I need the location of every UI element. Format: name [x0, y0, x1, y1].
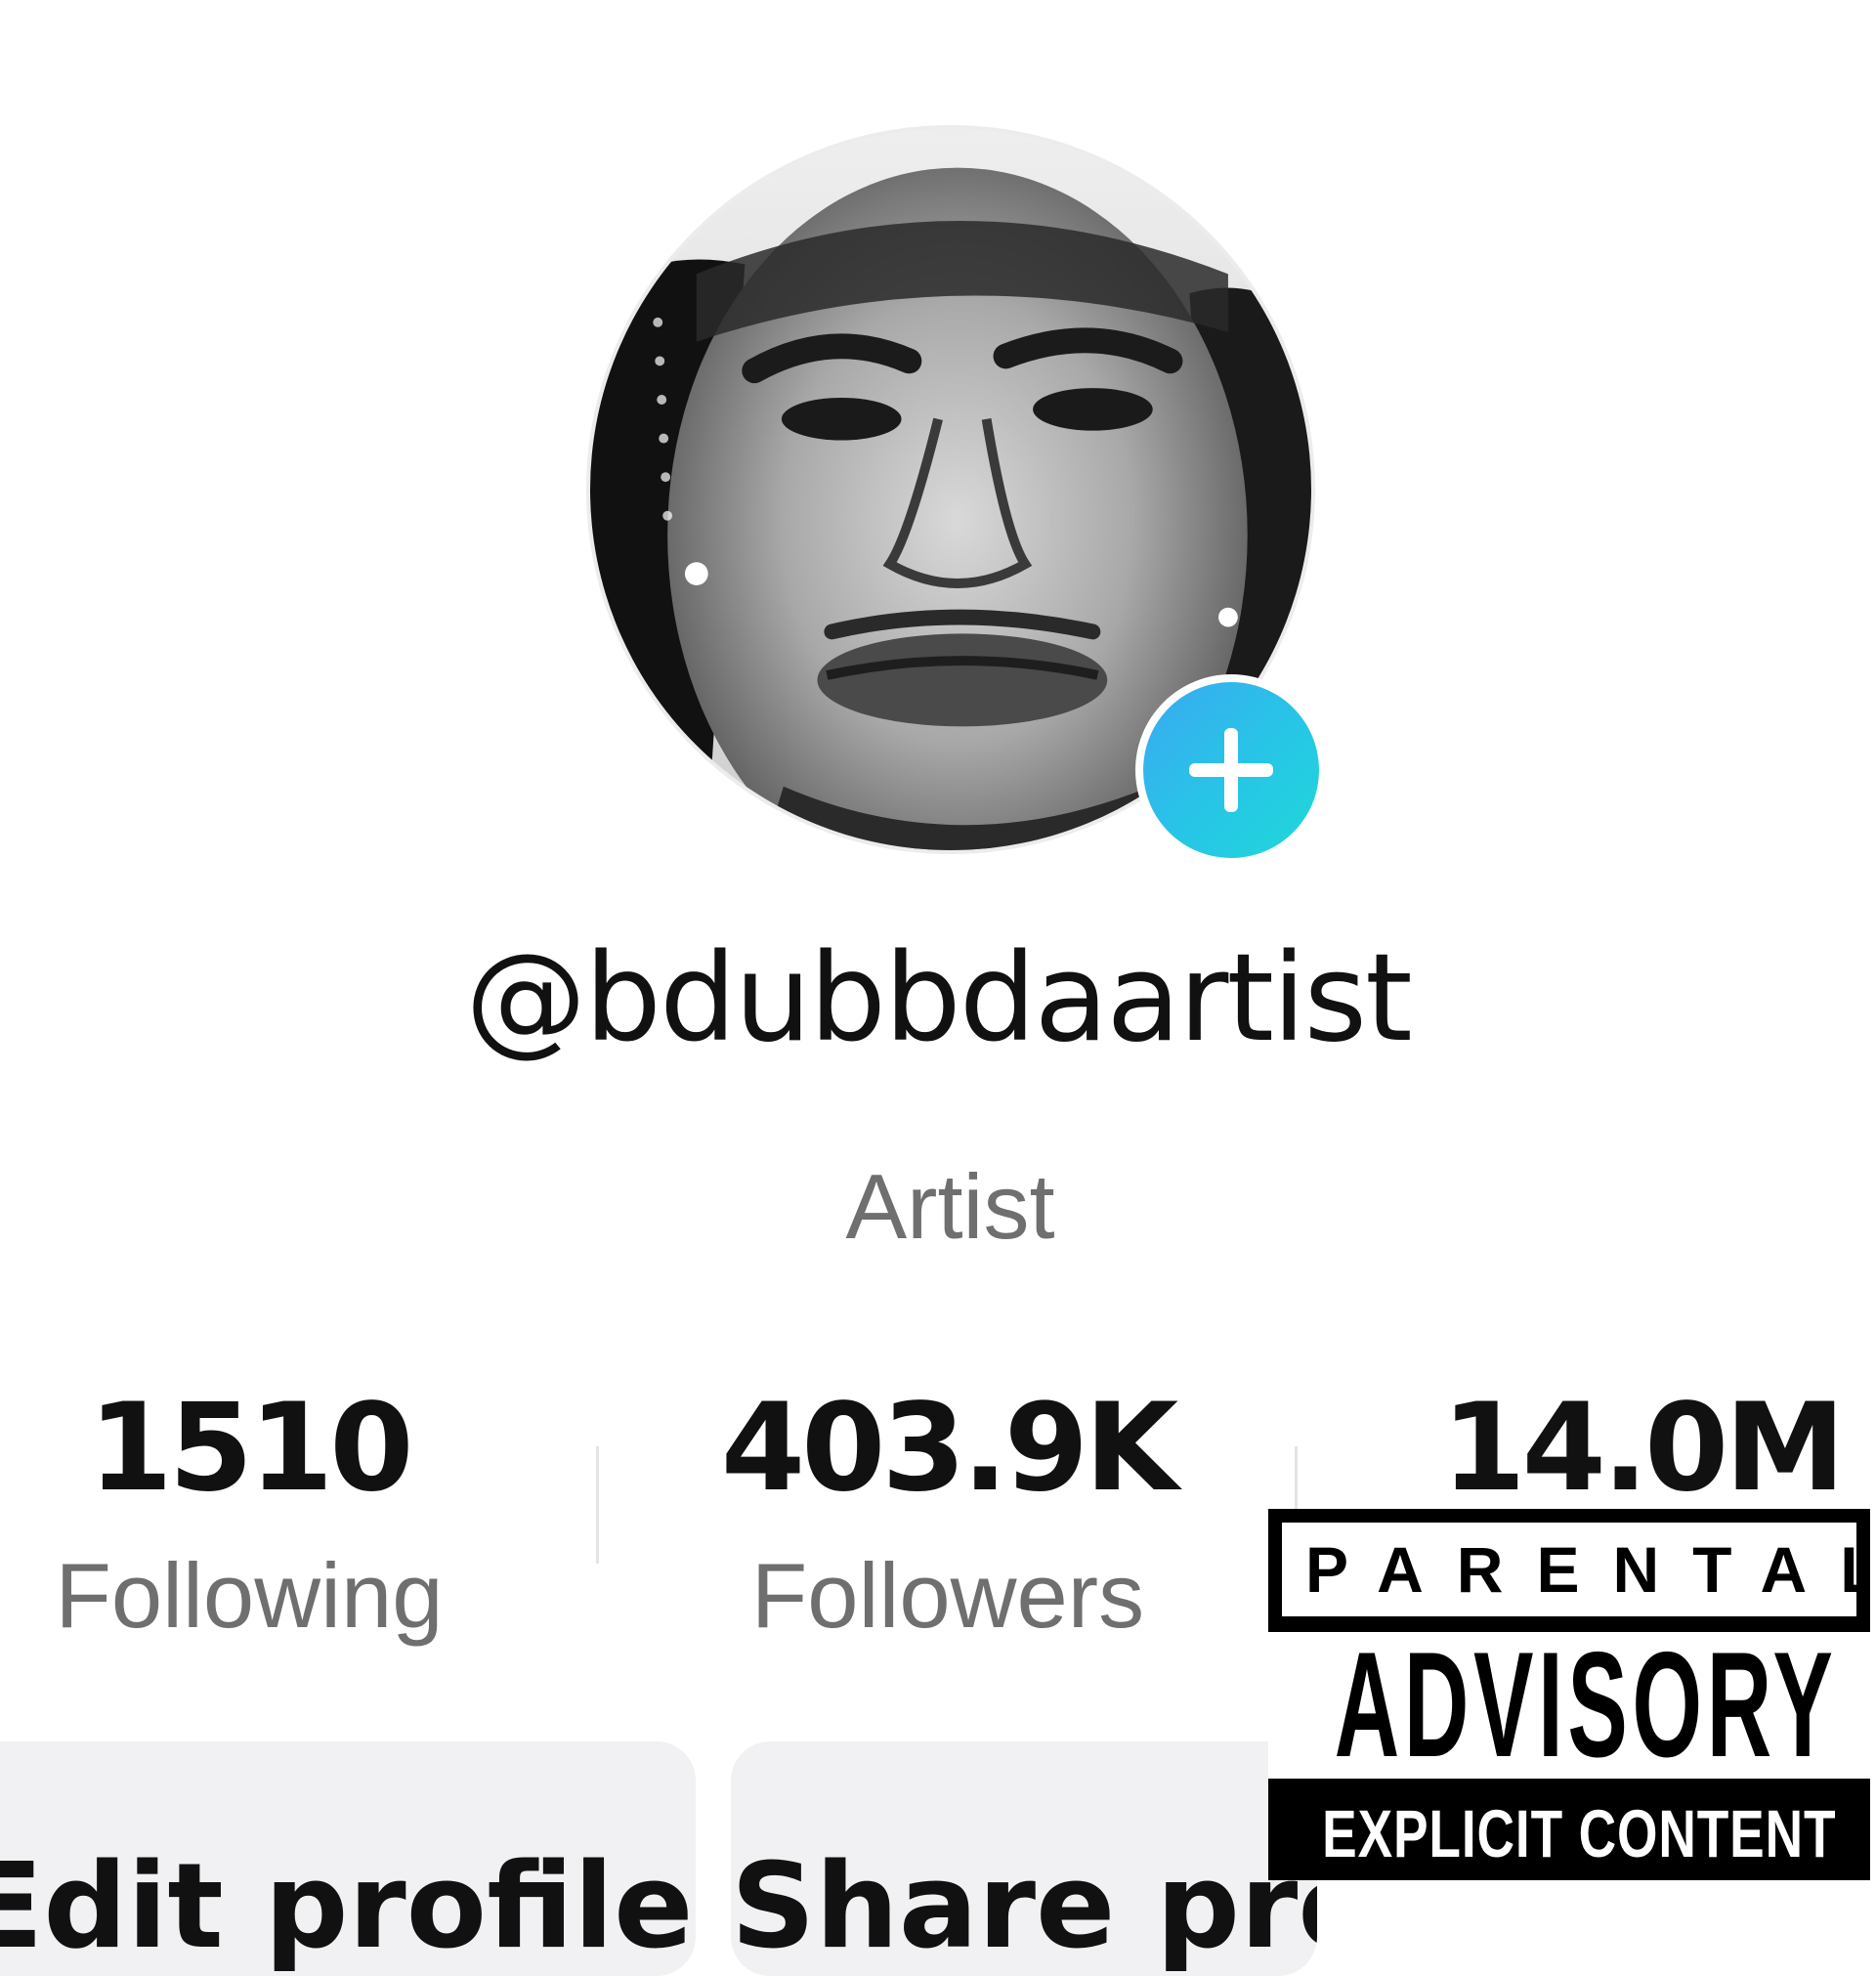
- stat-likes[interactable]: 14.0M: [1412, 1388, 1871, 1509]
- plus-icon: [1143, 682, 1319, 858]
- add-story-button[interactable]: [1135, 674, 1327, 866]
- stat-following[interactable]: 1510 Following: [20, 1388, 479, 1642]
- profile-bio-role: Artist: [845, 1155, 1055, 1258]
- share-profile-button[interactable]: Share profile: [731, 1741, 1317, 1976]
- followers-label: Followers: [750, 1544, 1145, 1647]
- parental-advisory-label: PARENTAL ADVISORY EXPLICIT CONTENT: [1268, 1509, 1870, 1880]
- followers-count: 403.9K: [720, 1378, 1178, 1519]
- likes-count: 14.0M: [1441, 1378, 1845, 1519]
- profile-username: @bdubbdaartist: [465, 928, 1412, 1069]
- advisory-line-parental: PARENTAL: [1282, 1523, 1856, 1616]
- following-label: Following: [55, 1544, 444, 1647]
- advisory-bottom-band: EXPLICIT CONTENT: [1268, 1779, 1870, 1880]
- edit-profile-label: Edit profile: [0, 1839, 694, 1975]
- stat-followers[interactable]: 403.9K Followers: [704, 1388, 1192, 1642]
- stat-divider: [596, 1446, 599, 1564]
- advisory-line-advisory: ADVISORY: [1334, 1621, 1838, 1789]
- following-count: 1510: [88, 1378, 413, 1519]
- share-profile-label: Share profile: [731, 1839, 1317, 1975]
- advisory-middle-band: ADVISORY: [1268, 1621, 1870, 1789]
- edit-profile-button[interactable]: Edit profile: [0, 1741, 696, 1976]
- advisory-line-explicit: EXPLICIT CONTENT: [1322, 1797, 1837, 1872]
